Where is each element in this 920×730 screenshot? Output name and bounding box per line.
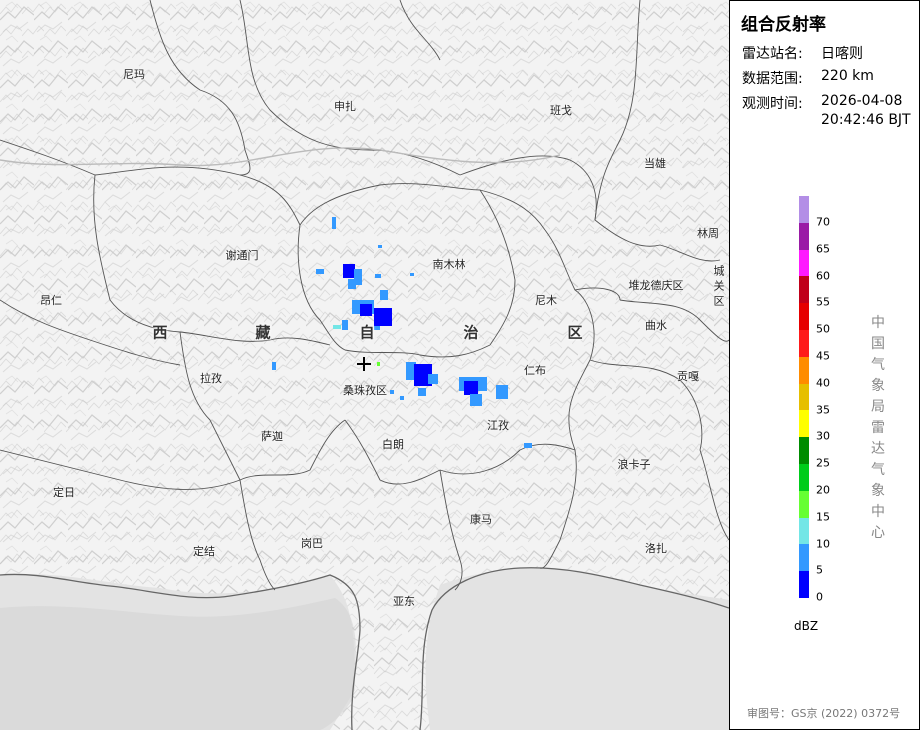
place-label: 尼木 [535, 294, 557, 307]
legend-swatch [799, 571, 809, 599]
place-label: 昂仁 [40, 294, 62, 307]
legend-tick-label: 0 [816, 590, 823, 604]
place-label: 白朗 [382, 438, 404, 451]
legend-swatch [799, 410, 809, 438]
radar-map[interactable]: 西 藏 自 治 区 尼玛 申扎 班戈 当雄 谢通门 南木林 林周 昂仁 尼木 堆… [0, 0, 729, 730]
place-label: 谢通门 [225, 249, 259, 262]
time-clock: 20:42:46 BJT [821, 112, 911, 128]
range-value: 220 km [821, 68, 874, 84]
place-label: 曲水 [645, 319, 667, 332]
legend-tick-label: 35 [816, 403, 830, 417]
legend-tick-label: 55 [816, 295, 830, 309]
place-label: 桑珠孜区 [343, 384, 387, 397]
legend-swatch [799, 383, 809, 411]
legend-tick-label: 10 [816, 537, 830, 551]
organization-char: 象 [871, 378, 885, 394]
place-label: 亚东 [393, 595, 415, 608]
place-label: 林周 [697, 227, 719, 240]
range-label: 数据范围: [742, 71, 803, 87]
legend-swatch [799, 303, 809, 331]
region-char: 藏 [255, 323, 271, 342]
legend-tick-label: 70 [816, 215, 830, 229]
station-label: 雷达站名: [742, 46, 803, 62]
range-row: 数据范围: 220 km [742, 68, 874, 88]
region-char: 自 [359, 323, 375, 342]
organization-char: 气 [871, 462, 885, 478]
place-label: 申扎 [334, 100, 356, 113]
organization-label: 中国气象局雷达气象中心 [870, 313, 886, 544]
legend-swatch [799, 330, 809, 357]
legend-unit: dBZ [794, 619, 819, 633]
time-label: 观测时间: [742, 96, 803, 112]
legend-tick-label: 65 [816, 242, 830, 256]
organization-char: 心 [871, 525, 885, 541]
place-label: 康马 [470, 513, 492, 526]
legend-swatch [799, 464, 809, 491]
station-row: 雷达站名: 日喀则 [742, 43, 863, 63]
south-shadow [0, 598, 356, 730]
legend-swatch [799, 544, 809, 572]
legend-tick-label: 50 [816, 322, 830, 336]
legend-tick-label: 15 [816, 510, 830, 524]
legend-tick-label: 40 [816, 376, 830, 390]
organization-char: 中 [871, 315, 885, 331]
legend-tick-label: 25 [816, 456, 830, 470]
info-panel: 组合反射率 雷达站名: 日喀则 数据范围: 220 km 观测时间: 2026-… [729, 0, 920, 730]
place-label: 定结 [193, 545, 215, 558]
place-label: 班戈 [550, 104, 572, 117]
legend-tick-label: 60 [816, 269, 830, 283]
organization-char: 雷 [871, 420, 885, 436]
legend-swatch [799, 249, 809, 277]
place-label: 拉孜 [200, 372, 222, 385]
organization-char: 局 [871, 399, 885, 415]
place-label: 洛扎 [645, 542, 667, 555]
place-label: 贡嘎 [677, 370, 699, 383]
region-char: 治 [463, 323, 479, 342]
legend-tick-label: 45 [816, 349, 830, 363]
place-label: 堆龙德庆区 [628, 279, 684, 292]
legend-swatch [799, 490, 809, 518]
legend-swatch [799, 356, 809, 384]
organization-char: 国 [871, 336, 885, 352]
place-label: 尼玛 [123, 68, 145, 81]
map-approval-number: 审图号：GS京 (2022) 0372号 [747, 707, 901, 720]
region-char: 区 [567, 323, 583, 342]
place-label: 当雄 [644, 157, 666, 170]
legend-tick-label: 5 [816, 563, 823, 577]
legend-swatch [799, 517, 809, 545]
legend-swatch [799, 276, 809, 304]
radar-station-marker[interactable] [357, 357, 371, 371]
organization-char: 中 [871, 504, 885, 520]
time-row: 观测时间: 2026-04-08 20:42:46 BJT [742, 93, 911, 128]
organization-char: 象 [871, 483, 885, 499]
region-char: 西 [152, 323, 168, 342]
place-label: 定日 [53, 486, 75, 499]
legend-swatch [799, 196, 809, 223]
legend-swatch [799, 437, 809, 465]
place-label: 城关区 [713, 264, 725, 308]
organization-char: 达 [871, 441, 885, 457]
legend-tick-label: 30 [816, 429, 830, 443]
legend-tick-label: 20 [816, 483, 830, 497]
place-label: 仁布 [524, 364, 546, 377]
place-label: 岗巴 [301, 537, 323, 550]
legend-swatch [799, 222, 809, 250]
place-label: 萨迦 [261, 430, 283, 443]
station-value: 日喀则 [821, 46, 863, 62]
place-label: 浪卡子 [617, 458, 651, 471]
place-label: 南木林 [432, 258, 466, 271]
time-date: 2026-04-08 [821, 93, 903, 109]
place-label: 江孜 [487, 419, 509, 432]
organization-char: 气 [871, 357, 885, 373]
product-title: 组合反射率 [741, 15, 826, 35]
